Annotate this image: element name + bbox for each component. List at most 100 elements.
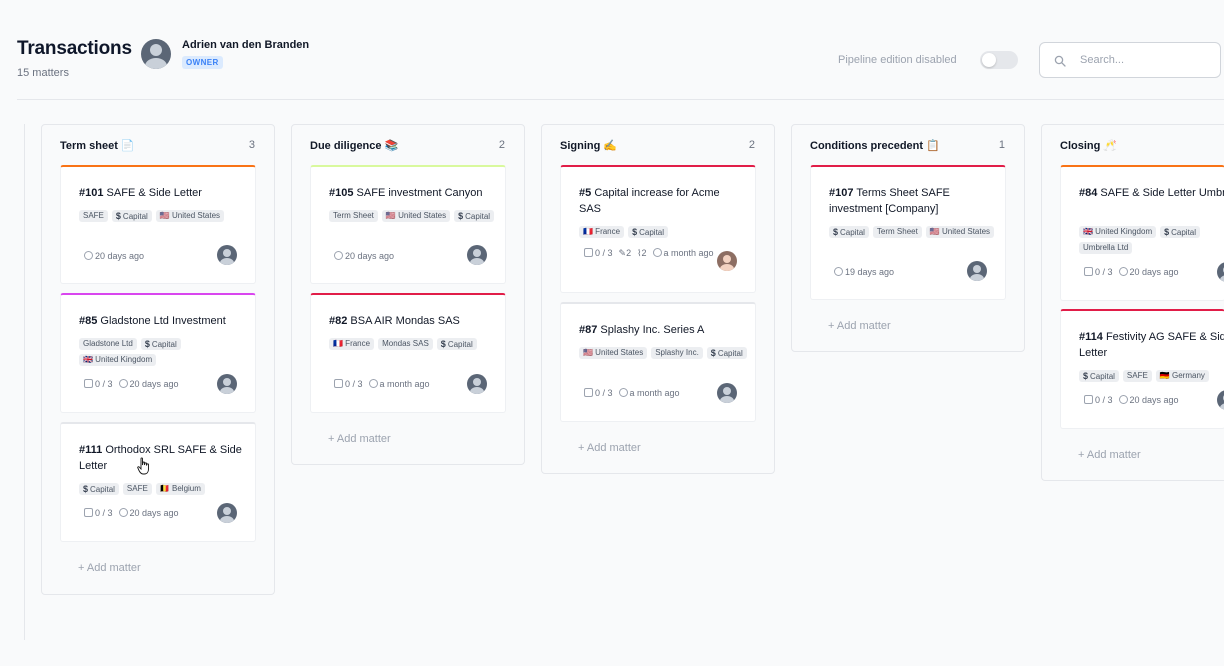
page-title: Transactions — [17, 38, 132, 59]
matter-name: Orthodox SRL SAFE & Side Letter — [79, 444, 242, 472]
clock-icon — [118, 508, 128, 517]
tag: 🇺🇸 United States — [155, 210, 225, 222]
search-icon — [1054, 55, 1066, 67]
tag: 🇫🇷 France — [579, 226, 625, 238]
clock-icon — [834, 267, 843, 276]
dollar-icon: $ — [83, 484, 89, 494]
toggle-knob — [982, 53, 996, 67]
add-matter-button[interactable]: + Add matter — [78, 562, 141, 574]
matter-card[interactable]: #107 Terms Sheet SAFE investment [Compan… — [810, 165, 1006, 300]
tag: Splashy Inc. — [651, 347, 703, 359]
last-updated: a month ago — [663, 248, 714, 258]
matter-meta: 20 days ago — [84, 249, 144, 263]
matter-tags: Term Sheet 🇺🇸 United States $ Capital — [329, 210, 499, 222]
matter-card[interactable]: #105 SAFE investment Canyon Term Sheet 🇺… — [310, 165, 506, 284]
matter-id: #101 — [79, 187, 104, 199]
clock-icon — [618, 388, 628, 397]
tag: $ Capital — [829, 226, 869, 238]
matter-card[interactable]: #85 Gladstone Ltd Investment Gladstone L… — [60, 293, 256, 413]
assignee-avatar[interactable] — [717, 251, 737, 271]
matter-card[interactable]: #114 Festivity AG SAFE & Side Letter $ Ca… — [1060, 309, 1224, 429]
signatures-count: 2 — [626, 248, 632, 258]
tag: Umbrella Ltd — [1079, 242, 1133, 254]
matter-id: #114 — [1079, 331, 1103, 343]
tasks-progress: 0 / 3 — [595, 388, 613, 398]
matter-card[interactable]: #84 SAFE & Side Letter Umbrella 🇬🇧 Unite… — [1060, 165, 1224, 301]
tag: SAFE — [122, 483, 152, 495]
matter-name: SAFE & Side Letter — [106, 187, 202, 199]
assignee-avatar[interactable] — [467, 245, 487, 265]
tag: 🇬🇧 United Kingdom — [79, 354, 157, 366]
assignee-avatar[interactable] — [217, 374, 237, 394]
user-name: Adrien van den Branden — [182, 39, 310, 51]
matter-tags: $ Capital SAFE 🇧🇪 Belgium — [79, 483, 249, 495]
matter-meta: 0 / 3 20 days ago — [1084, 393, 1179, 407]
search-box[interactable] — [1039, 42, 1221, 78]
column-count: 3 — [248, 139, 255, 151]
assignee-avatar[interactable] — [467, 374, 487, 394]
matter-card[interactable]: #101 SAFE & Side Letter SAFE $ Capital 🇺🇸… — [60, 165, 256, 284]
matter-title: #111 Orthodox SRL SAFE & Side Letter — [79, 442, 244, 474]
matter-meta: 0 / 3 a month ago — [334, 377, 430, 391]
assignee-avatar[interactable] — [1217, 262, 1224, 282]
dollar-icon: $ — [833, 227, 839, 237]
assignee-avatar[interactable] — [217, 245, 237, 265]
matter-card[interactable]: #111 Orthodox SRL SAFE & Side Letter $ Ca… — [60, 422, 256, 542]
column-count: 2 — [748, 139, 755, 151]
matter-name: SAFE & Side Letter Umbrella — [1100, 187, 1224, 199]
dollar-icon: $ — [115, 211, 121, 221]
column-count: 2 — [498, 139, 505, 151]
matter-title: #87 Splashy Inc. Series A — [579, 322, 744, 338]
assignee-avatar[interactable] — [967, 261, 987, 281]
tasks-progress: 0 / 3 — [1095, 267, 1113, 277]
matter-tags: $ Capital SAFE 🇩🇪 Germany — [1079, 370, 1224, 382]
page-header: Transactions 15 matters Adrien van den B… — [0, 0, 1224, 100]
user-avatar[interactable] — [141, 39, 171, 69]
tag: Term Sheet — [329, 210, 378, 222]
pen-icon: ✎ — [618, 248, 627, 258]
matter-tags: 🇫🇷 France Mondas SAS $ Capital — [329, 338, 499, 350]
pipeline-column-signing: Signing ✍️ 2 #5 Capital increase for Acm… — [541, 124, 775, 474]
assignee-avatar[interactable] — [717, 383, 737, 403]
tag: Mondas SAS — [378, 338, 433, 350]
tag: 🇧🇪 Belgium — [155, 483, 205, 495]
column-title: Closing 🥂 — [1060, 140, 1118, 152]
add-matter-button[interactable]: + Add matter — [578, 442, 641, 454]
assignee-avatar[interactable] — [217, 503, 237, 523]
clock-icon — [1118, 267, 1128, 276]
matter-tags: 🇫🇷 France $ Capital — [579, 226, 749, 238]
pipeline-column-due-diligence: Due diligence 📚 2 #105 SAFE investment C… — [291, 124, 525, 465]
tag: $ Capital — [1160, 226, 1201, 238]
pipeline-edition-toggle[interactable] — [980, 51, 1018, 69]
add-matter-button[interactable]: + Add matter — [1078, 449, 1141, 461]
matter-card[interactable]: #5 Capital increase for Acme SAS 🇫🇷 Fran… — [560, 165, 756, 293]
add-matter-button[interactable]: + Add matter — [828, 320, 891, 332]
matter-tags: $ Capital Term Sheet 🇺🇸 United States — [829, 226, 999, 238]
add-matter-button[interactable]: + Add matter — [328, 433, 391, 445]
matter-id: #5 — [579, 187, 592, 199]
matter-tags: 🇬🇧 United Kingdom $ Capital Umbrella Ltd — [1079, 226, 1224, 254]
header-divider — [17, 99, 1224, 100]
matter-title: #101 SAFE & Side Letter — [79, 185, 244, 201]
checkbox-icon — [84, 508, 93, 517]
column-title: Conditions precedent 📋 — [810, 140, 940, 152]
matter-meta: 20 days ago — [334, 249, 394, 263]
last-updated: 19 days ago — [845, 267, 895, 277]
matter-name: Gladstone Ltd Investment — [100, 315, 226, 327]
matter-card[interactable]: #82 BSA AIR Mondas SAS 🇫🇷 France Mondas … — [310, 293, 506, 413]
pipeline-column-conditions-precedent: Conditions precedent 📋 1 #107 Terms Shee… — [791, 124, 1025, 352]
assignee-avatar[interactable] — [1217, 390, 1224, 410]
checkbox-icon — [1084, 267, 1093, 276]
tag: $ Capital — [628, 226, 669, 238]
clock-icon — [118, 379, 128, 388]
checkbox-icon — [584, 388, 593, 397]
matter-name: BSA AIR Mondas SAS — [350, 315, 460, 327]
matter-id: #82 — [329, 315, 348, 327]
matter-card[interactable]: #87 Splashy Inc. Series A 🇺🇸 United Stat… — [560, 302, 756, 422]
matter-title: #105 SAFE investment Canyon — [329, 185, 494, 201]
clock-icon — [1118, 395, 1128, 404]
pipeline-column-term-sheet: Term sheet 📄 3 #101 SAFE & Side Letter S… — [41, 124, 275, 595]
search-input[interactable] — [1080, 51, 1210, 69]
matter-id: #84 — [1079, 187, 1098, 199]
checkbox-icon — [334, 379, 343, 388]
